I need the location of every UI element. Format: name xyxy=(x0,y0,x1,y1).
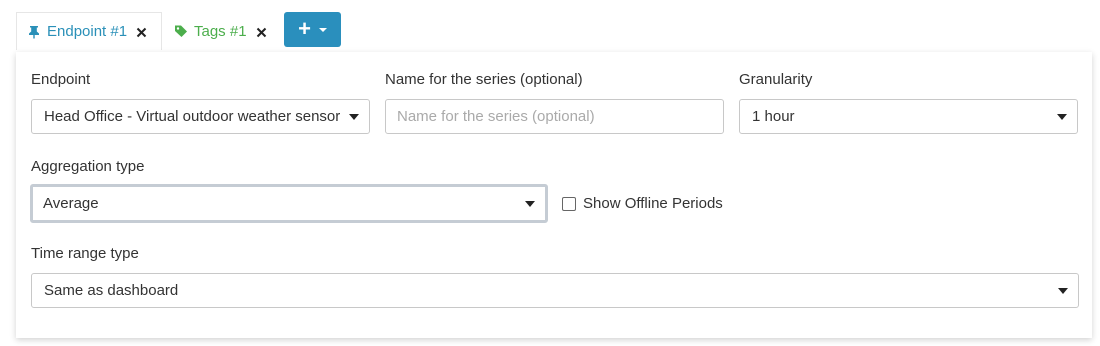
tab-label: Tags #1 xyxy=(194,22,247,40)
aggregation-label: Aggregation type xyxy=(31,158,145,175)
aggregation-select[interactable]: Average xyxy=(30,184,548,223)
endpoint-value: Head Office - Virtual outdoor weather se… xyxy=(44,108,341,125)
close-icon[interactable] xyxy=(256,27,267,38)
granularity-label: Granularity xyxy=(739,71,813,88)
plus-icon: + xyxy=(298,15,311,41)
time-range-label: Time range type xyxy=(31,245,139,262)
caret-down-icon xyxy=(1058,287,1068,294)
caret-down-icon xyxy=(525,200,535,207)
endpoint-label: Endpoint xyxy=(31,71,91,88)
time-range-value: Same as dashboard xyxy=(44,282,179,299)
time-range-select[interactable]: Same as dashboard xyxy=(31,273,1079,308)
offline-periods-checkbox[interactable] xyxy=(562,196,576,211)
close-icon[interactable] xyxy=(136,27,147,38)
caret-down-icon xyxy=(318,27,327,32)
caret-down-icon xyxy=(349,113,359,120)
tab-endpoint-1[interactable]: Endpoint #1 xyxy=(16,12,162,50)
tab-tags-1[interactable]: Tags #1 xyxy=(172,12,276,50)
pin-icon xyxy=(27,25,41,39)
aggregation-value: Average xyxy=(43,195,99,212)
tab-label: Endpoint #1 xyxy=(47,23,128,40)
tag-icon xyxy=(174,24,188,38)
series-name-placeholder: Name for the series (optional) xyxy=(397,108,595,125)
endpoint-select[interactable]: Head Office - Virtual outdoor weather se… xyxy=(31,99,370,134)
add-series-button[interactable]: + xyxy=(284,12,341,47)
offline-periods-toggle[interactable]: Show Offline Periods xyxy=(562,195,723,212)
granularity-select[interactable]: 1 hour xyxy=(739,99,1078,134)
series-settings-panel: Endpoint Head Office - Virtual outdoor w… xyxy=(16,52,1092,338)
offline-periods-label: Show Offline Periods xyxy=(583,195,723,212)
series-name-label: Name for the series (optional) xyxy=(385,71,583,88)
granularity-value: 1 hour xyxy=(752,108,795,125)
caret-down-icon xyxy=(1057,113,1067,120)
series-name-input[interactable]: Name for the series (optional) xyxy=(385,99,724,134)
